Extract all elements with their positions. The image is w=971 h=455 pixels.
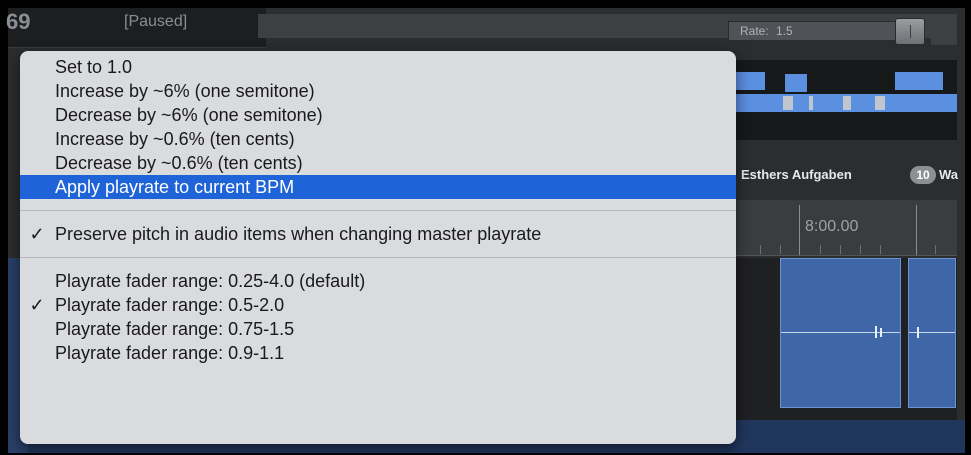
menu-item-decrease-semitone[interactable]: Decrease by ~6% (one semitone) — [20, 103, 736, 127]
menu-item-label: Playrate fader range: 0.75-1.5 — [55, 319, 295, 339]
overview-gap — [843, 96, 851, 110]
check-icon: ✓ — [29, 295, 45, 315]
overview-gap — [783, 96, 793, 110]
menu-item-label: Playrate fader range: 0.25-4.0 (default) — [55, 271, 366, 291]
menu-item-label: Playrate fader range: 0.5-2.0 — [55, 295, 285, 315]
ruler-tick — [760, 245, 761, 254]
waveform — [909, 332, 955, 333]
ruler-time-label: 8:00.00 — [805, 218, 859, 235]
ruler-tick — [780, 245, 781, 254]
overview-track — [725, 94, 957, 112]
region-label-truncated[interactable]: Wa — [939, 167, 958, 182]
menu-item-label: Decrease by ~0.6% (ten cents) — [55, 153, 303, 173]
playrate-value: 1.5 — [776, 24, 793, 38]
menu-item-preserve-pitch[interactable]: ✓ Preserve pitch in audio items when cha… — [20, 222, 736, 246]
menu-item-label: Set to 1.0 — [55, 57, 133, 77]
ruler-tick — [860, 245, 861, 254]
menu-item-increase-cents[interactable]: Increase by ~0.6% (ten cents) — [20, 127, 736, 151]
menu-item-label: Apply playrate to current BPM — [55, 177, 295, 197]
ruler-tick — [935, 245, 936, 254]
menu-item-apply-bpm[interactable]: Apply playrate to current BPM — [20, 175, 736, 199]
waveform-peak — [917, 327, 919, 338]
transport-position: 69 — [6, 9, 31, 34]
playrate-label: Rate: — [740, 24, 769, 38]
waveform-peak — [875, 326, 877, 338]
ruler-tick — [840, 245, 841, 254]
overview-gap — [809, 96, 813, 110]
menu-item-label: Preserve pitch in audio items when chang… — [55, 224, 542, 244]
ruler-tick — [820, 245, 821, 254]
menu-item-label: Increase by ~0.6% (ten cents) — [55, 129, 295, 149]
overview-item — [733, 72, 765, 90]
transport-state: [Paused] — [124, 13, 188, 30]
overview-item — [895, 72, 943, 90]
media-item[interactable] — [908, 258, 956, 408]
arrange-overview — [725, 60, 957, 140]
menu-item-range-0-5[interactable]: ✓ Playrate fader range: 0.5-2.0 — [20, 293, 736, 317]
region-number-badge[interactable]: 10 — [910, 166, 936, 184]
menu-item-range-0-9[interactable]: Playrate fader range: 0.9-1.1 — [20, 341, 736, 365]
playrate-fader-end — [931, 18, 957, 45]
playrate-context-menu: Set to 1.0 Increase by ~6% (one semitone… — [20, 51, 736, 444]
menu-item-range-0-75[interactable]: Playrate fader range: 0.75-1.5 — [20, 317, 736, 341]
menu-item-label: Playrate fader range: 0.9-1.1 — [55, 343, 285, 363]
region-label[interactable]: Esthers Aufgaben — [741, 167, 852, 182]
menu-item-increase-semitone[interactable]: Increase by ~6% (one semitone) — [20, 79, 736, 103]
menu-item-decrease-cents[interactable]: Decrease by ~0.6% (ten cents) — [20, 151, 736, 175]
menu-item-range-default[interactable]: Playrate fader range: 0.25-4.0 (default) — [20, 269, 736, 293]
ruler-marker — [799, 205, 800, 255]
overview-gap — [875, 96, 885, 110]
waveform-peak — [880, 328, 882, 337]
menu-item-label: Increase by ~6% (one semitone) — [55, 81, 315, 101]
menu-separator — [20, 210, 736, 211]
ruler-marker — [916, 205, 917, 255]
media-item[interactable] — [780, 258, 901, 408]
playrate-fader-handle[interactable] — [895, 18, 925, 45]
menu-separator — [20, 257, 736, 258]
overview-item — [785, 74, 807, 92]
waveform — [781, 332, 900, 333]
menu-item-label: Decrease by ~6% (one semitone) — [55, 105, 323, 125]
check-icon: ✓ — [29, 224, 45, 244]
menu-item-set-1[interactable]: Set to 1.0 — [20, 55, 736, 79]
ruler-tick — [880, 245, 881, 254]
